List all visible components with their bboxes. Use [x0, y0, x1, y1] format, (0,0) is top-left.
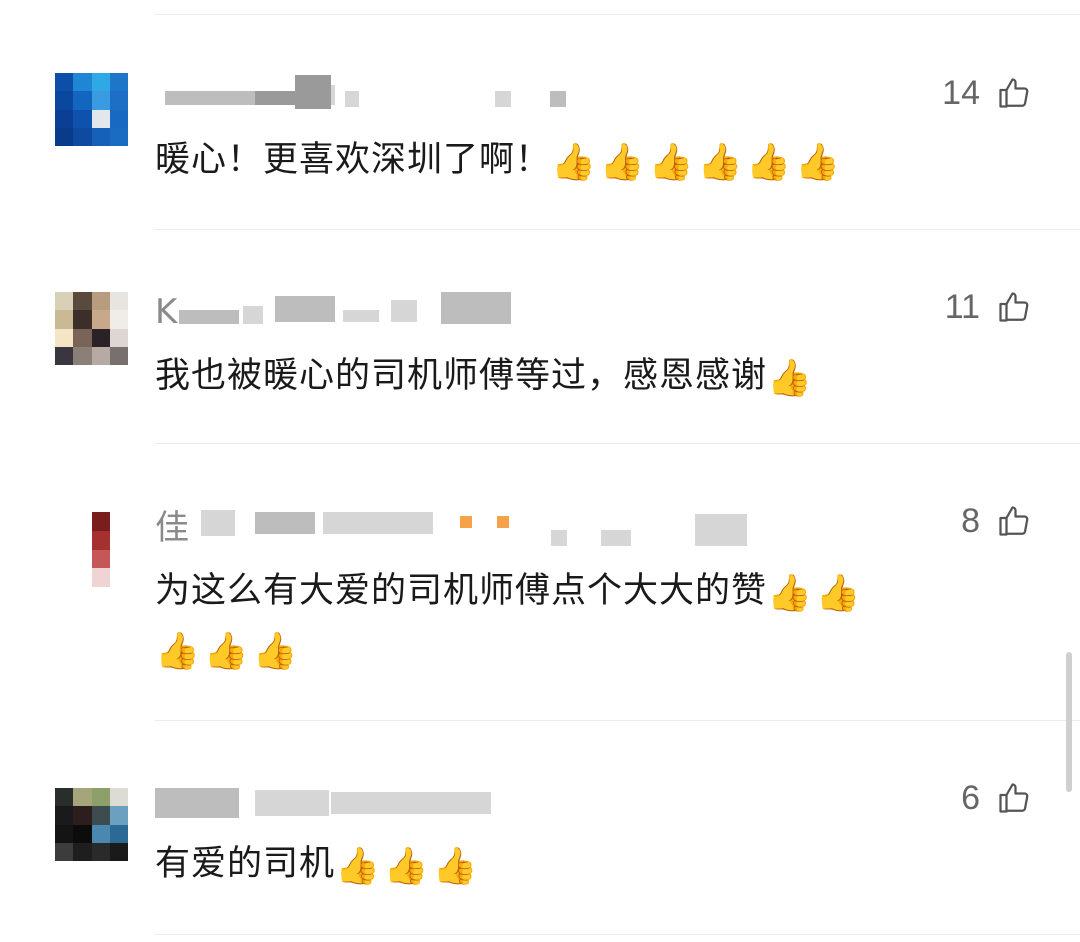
comment-body: 有爱的司机	[155, 844, 336, 884]
comment-body: 暖心！更喜欢深圳了啊！	[155, 140, 552, 180]
divider	[155, 14, 1080, 15]
like-button[interactable]: 11	[945, 287, 1032, 327]
divider	[155, 720, 1080, 721]
like-count: 11	[944, 287, 980, 326]
comment-text: 我也被暖心的司机师傅等过，感恩感谢👍	[155, 350, 1035, 405]
comment-meta: 佳	[155, 500, 755, 548]
comment-text: 有爱的司机👍👍👍	[155, 838, 1035, 893]
divider	[155, 443, 1080, 444]
comment-meta	[155, 780, 515, 820]
username[interactable]: K	[155, 292, 177, 332]
thumbs-up-icon[interactable]	[996, 780, 1032, 816]
thumbs-up-emoji: 👍👍	[767, 573, 865, 614]
comment-body: 我也被暖心的司机师傅等过，感恩感谢	[155, 356, 768, 396]
comment-body: 为这么有大爱的司机师傅点个大大的赞	[155, 571, 768, 611]
thumbs-up-icon[interactable]	[996, 503, 1032, 539]
comment-text: 暖心！更喜欢深圳了啊！👍👍👍👍👍👍	[155, 134, 1035, 189]
divider	[155, 934, 1080, 935]
comment-meta: K	[155, 292, 535, 332]
avatar[interactable]	[55, 292, 128, 365]
like-button[interactable]: 8	[961, 501, 1032, 541]
comment-meta	[155, 75, 615, 115]
comment-text: 为这么有大爱的司机师傅点个大大的赞👍👍 👍👍👍	[155, 565, 1035, 678]
like-button[interactable]: 6	[961, 778, 1032, 818]
like-count: 14	[942, 73, 980, 112]
scrollbar[interactable]	[1066, 652, 1072, 792]
like-count: 8	[961, 501, 980, 540]
thumbs-up-emoji: 👍	[767, 358, 816, 399]
like-button[interactable]: 14	[942, 73, 1032, 113]
username[interactable]: 佳	[155, 500, 189, 549]
avatar[interactable]	[92, 512, 110, 587]
thumbs-up-icon[interactable]	[996, 75, 1032, 111]
thumbs-up-emoji: 👍👍👍👍👍👍	[551, 142, 844, 183]
thumbs-up-emoji: 👍👍👍	[155, 631, 302, 672]
divider	[155, 229, 1080, 230]
avatar[interactable]	[55, 788, 128, 861]
thumbs-up-emoji: 👍👍👍	[335, 846, 482, 887]
avatar[interactable]	[55, 73, 128, 146]
like-count: 6	[961, 778, 980, 817]
thumbs-up-icon[interactable]	[996, 289, 1032, 325]
